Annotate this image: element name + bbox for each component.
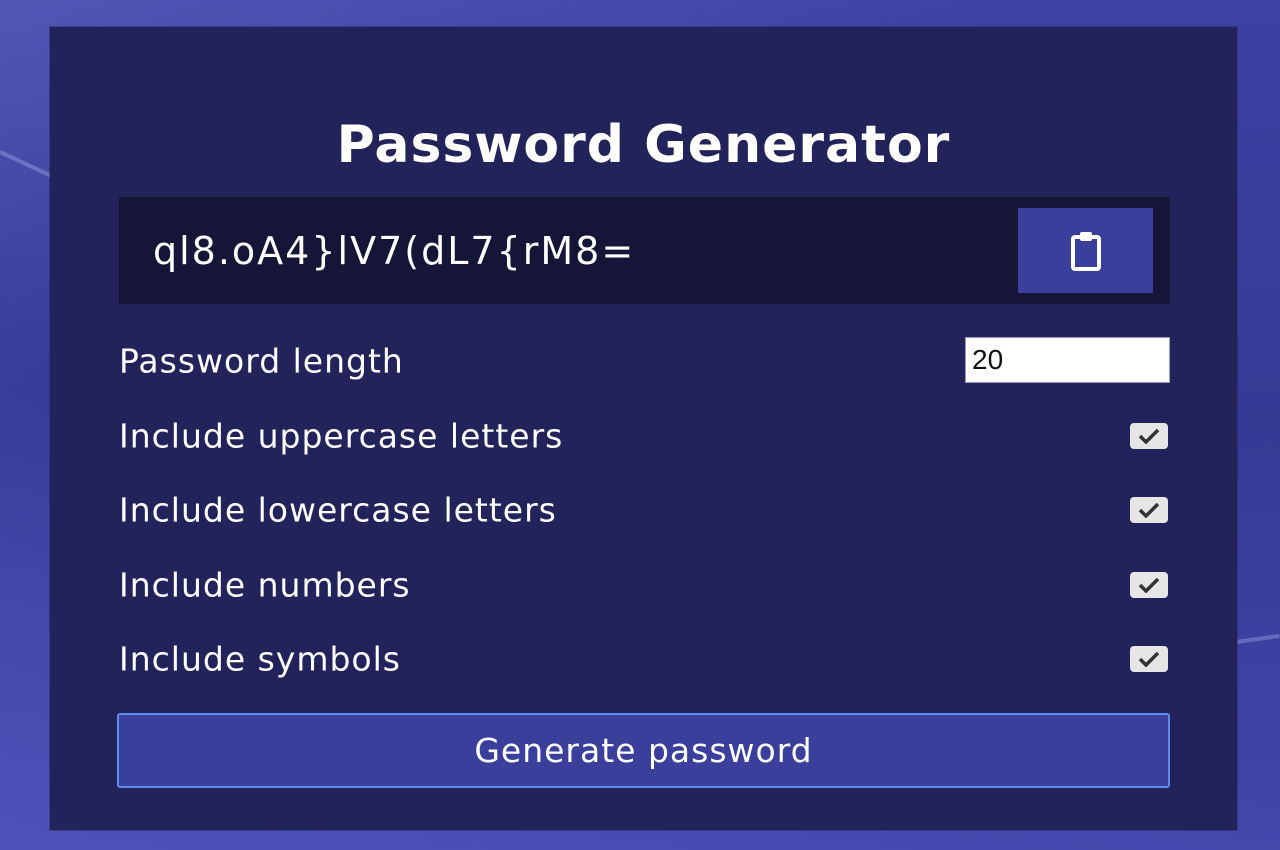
lowercase-checkbox[interactable] xyxy=(1130,497,1168,523)
password-length-label: Password length xyxy=(119,341,404,381)
password-result-box: ql8.oA4}lV7(dL7{rM8= xyxy=(119,197,1170,304)
password-generator-card: Password Generator ql8.oA4}lV7(dL7{rM8= … xyxy=(50,27,1237,830)
checkmark-icon xyxy=(1138,577,1160,593)
numbers-label: Include numbers xyxy=(119,565,411,605)
lowercase-label: Include lowercase letters xyxy=(119,490,557,530)
clipboard-icon xyxy=(1070,231,1101,271)
setting-row-numbers: Include numbers xyxy=(119,561,1170,609)
checkmark-icon xyxy=(1138,502,1160,518)
symbols-checkbox[interactable] xyxy=(1130,646,1168,672)
checkmark-icon xyxy=(1138,428,1160,444)
copy-to-clipboard-button[interactable] xyxy=(1018,208,1153,293)
symbols-label: Include symbols xyxy=(119,639,401,679)
setting-row-lowercase: Include lowercase letters xyxy=(119,486,1170,534)
password-length-input[interactable] xyxy=(965,337,1170,383)
numbers-checkbox[interactable] xyxy=(1130,572,1168,598)
page-title: Password Generator xyxy=(336,115,951,175)
setting-row-length: Password length xyxy=(119,337,1170,385)
uppercase-checkbox[interactable] xyxy=(1130,423,1168,449)
generate-password-button[interactable]: Generate password xyxy=(117,713,1170,788)
setting-row-symbols: Include symbols xyxy=(119,635,1170,683)
uppercase-label: Include uppercase letters xyxy=(119,416,564,456)
checkmark-icon xyxy=(1138,651,1160,667)
setting-row-uppercase: Include uppercase letters xyxy=(119,412,1170,460)
generated-password[interactable]: ql8.oA4}lV7(dL7{rM8= xyxy=(153,229,635,273)
